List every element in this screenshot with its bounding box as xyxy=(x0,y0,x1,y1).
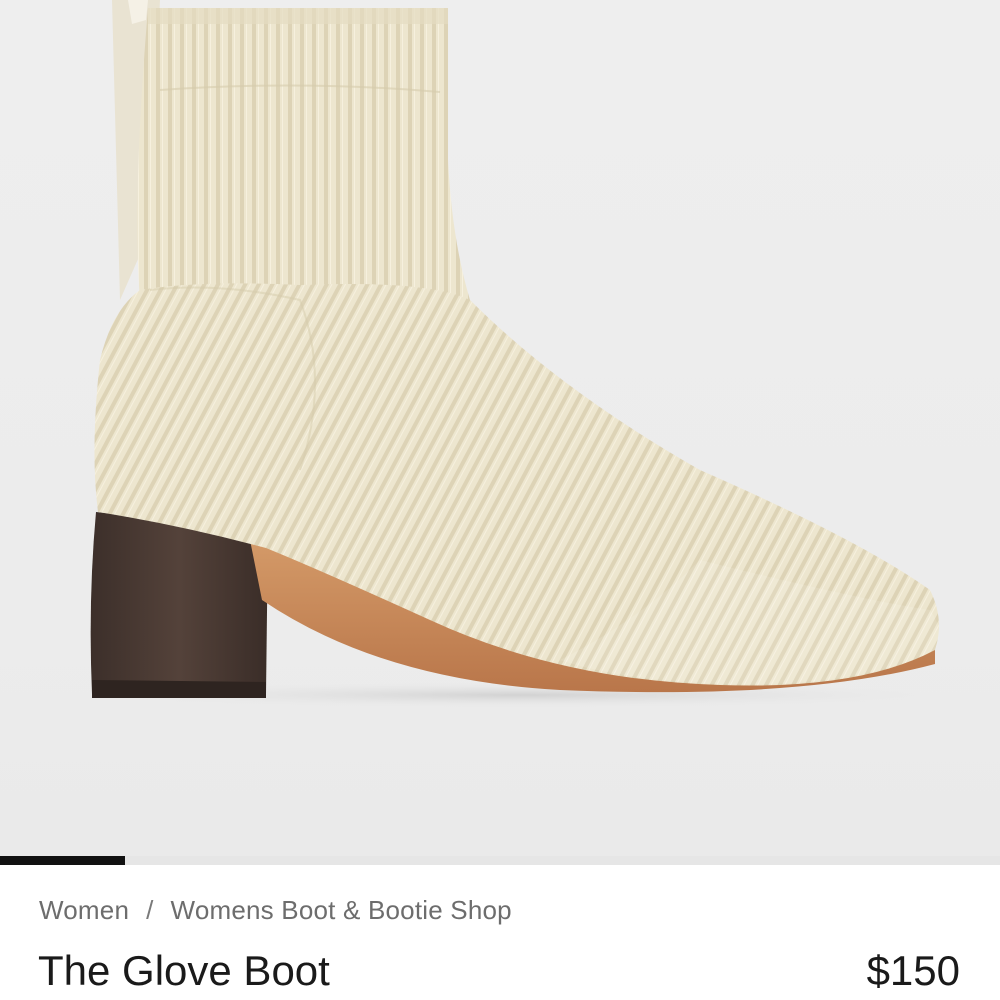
product-price: $150 xyxy=(866,947,960,994)
product-page: Women / Womens Boot & Bootie Shop The Glov… xyxy=(0,0,1000,1000)
breadcrumb-link-women[interactable]: Women xyxy=(39,895,129,925)
knit-ankle-boot-image xyxy=(50,0,990,709)
breadcrumb-link-boot-shop[interactable]: Womens Boot & Bootie Shop xyxy=(171,895,512,925)
breadcrumb-separator: / xyxy=(146,895,154,925)
product-title: The Glove Boot xyxy=(38,947,330,994)
image-gallery-progress-fill xyxy=(0,856,125,865)
image-gallery-progress xyxy=(0,856,1000,865)
product-image[interactable] xyxy=(0,0,1000,856)
breadcrumb: Women / Womens Boot & Bootie Shop xyxy=(39,895,512,926)
